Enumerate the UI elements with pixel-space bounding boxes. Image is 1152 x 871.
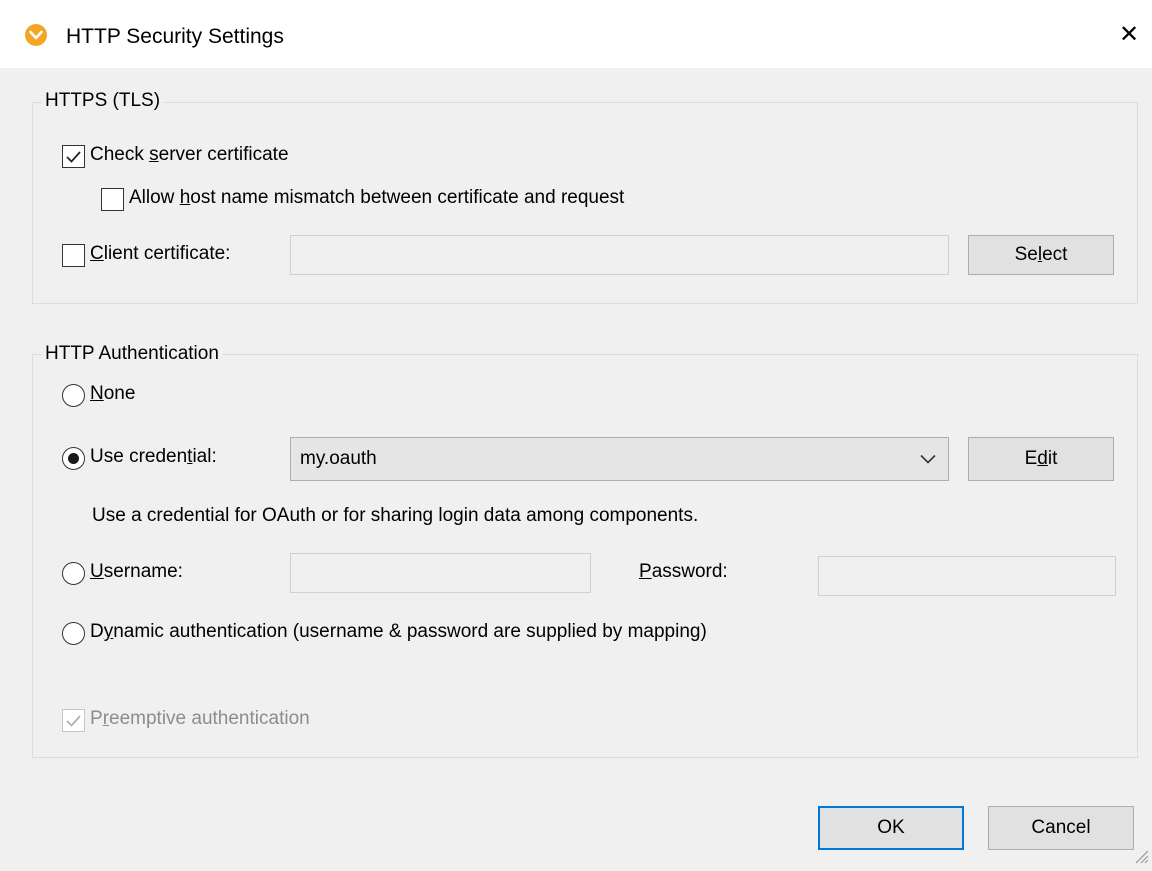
use-credential-label[interactable]: Use credential: [90, 446, 217, 468]
checkmark-icon [66, 150, 81, 163]
cancel-button[interactable]: Cancel [988, 806, 1134, 850]
close-button[interactable]: ✕ [1106, 12, 1152, 56]
https-group-legend: HTTPS (TLS) [42, 90, 164, 112]
app-icon [24, 23, 48, 47]
dynamic-authentication-radio[interactable] [62, 622, 85, 645]
preemptive-authentication-label[interactable]: Preemptive authentication [90, 708, 310, 730]
none-radio[interactable] [62, 384, 85, 407]
select-button[interactable]: Se l ect [968, 235, 1114, 275]
credential-dropdown-value: my.oauth [300, 448, 377, 469]
username-field[interactable] [290, 553, 591, 593]
radio-selected-dot [68, 453, 79, 464]
check-server-certificate-checkbox[interactable] [62, 145, 85, 168]
credential-hint-text: Use a credential for OAuth or for sharin… [92, 505, 699, 526]
client-certificate-field[interactable] [290, 235, 949, 275]
auth-group-legend: HTTP Authentication [42, 343, 222, 365]
credential-dropdown[interactable]: my.oauth [290, 437, 949, 481]
edit-button[interactable]: Ed it [968, 437, 1114, 481]
password-input[interactable] [819, 557, 1115, 595]
client-certificate-input[interactable] [291, 236, 948, 274]
allow-host-mismatch-checkbox[interactable] [101, 188, 124, 211]
username-radio[interactable] [62, 562, 85, 585]
ok-button[interactable]: OK [818, 806, 964, 850]
check-server-certificate-label[interactable]: Check server certificate [90, 144, 289, 166]
close-icon: ✕ [1118, 20, 1140, 48]
chevron-down-icon [908, 454, 948, 464]
checkmark-icon [66, 714, 81, 727]
none-label[interactable]: None [90, 383, 135, 405]
use-credential-radio[interactable] [62, 447, 85, 470]
client-certificate-checkbox[interactable] [62, 244, 85, 267]
client-certificate-label[interactable]: Client certificate: [90, 243, 230, 265]
password-field[interactable] [818, 556, 1116, 596]
window-title: HTTP Security Settings [66, 25, 284, 48]
password-label: Password: [639, 561, 728, 582]
username-label[interactable]: Username: [90, 561, 183, 583]
username-input[interactable] [291, 554, 590, 592]
dynamic-authentication-label[interactable]: Dynamic authentication (username & passw… [90, 621, 707, 643]
preemptive-authentication-checkbox[interactable] [62, 709, 85, 732]
resize-grip[interactable] [1130, 845, 1150, 865]
allow-host-mismatch-label[interactable]: Allow host name mismatch between certifi… [129, 187, 624, 209]
